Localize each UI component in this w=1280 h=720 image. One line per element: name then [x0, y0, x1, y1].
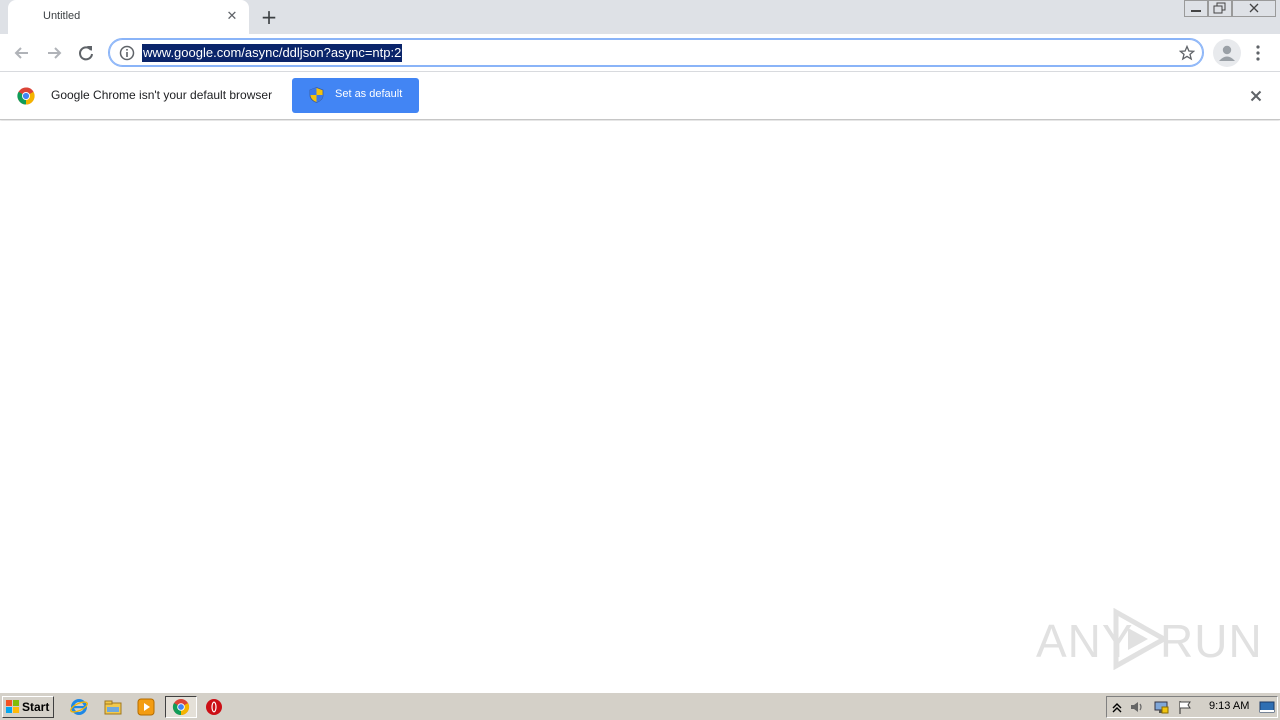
menu-button[interactable] — [1250, 43, 1266, 63]
chrome-icon — [172, 699, 190, 716]
close-icon — [1232, 0, 1276, 17]
chrome-logo-icon — [17, 87, 35, 105]
system-tray: 9:13 AM — [1106, 696, 1278, 718]
reload-icon — [79, 46, 93, 61]
reload-button[interactable] — [74, 41, 98, 65]
back-button[interactable] — [10, 41, 34, 65]
start-label: Start — [22, 700, 50, 714]
tab-untitled[interactable]: Untitled ✕ — [8, 0, 249, 34]
close-icon — [1250, 90, 1262, 102]
minimize-icon — [1184, 0, 1208, 17]
tab-close-button[interactable]: ✕ — [224, 9, 240, 25]
restore-icon — [1208, 0, 1232, 17]
new-tab-button[interactable]: + — [259, 7, 279, 27]
default-browser-infobar: Google Chrome isn't your default browser… — [0, 72, 1280, 120]
set-as-default-label: Set as default — [335, 88, 403, 100]
file-explorer-icon[interactable] — [104, 698, 122, 716]
kebab-menu-icon — [1256, 45, 1260, 61]
info-icon[interactable] — [119, 45, 135, 61]
set-as-default-button[interactable]: Set as default — [292, 78, 419, 113]
taskbar-chrome-button[interactable] — [165, 696, 197, 718]
infobar-close-button[interactable] — [1247, 87, 1265, 105]
omnibox[interactable]: www.google.com/async/ddljson?async=ntp:2 — [108, 38, 1204, 67]
action-center-flag-icon[interactable] — [1177, 699, 1193, 715]
minimize-button[interactable] — [1184, 0, 1208, 18]
person-icon — [1219, 45, 1235, 61]
show-hidden-icons-icon[interactable] — [1109, 699, 1125, 715]
windows-flag-icon — [6, 700, 19, 713]
uac-shield-icon — [309, 87, 324, 103]
close-window-button[interactable] — [1232, 0, 1276, 18]
tab-title: Untitled — [43, 10, 81, 22]
opera-icon[interactable] — [205, 698, 223, 716]
tab-strip: Untitled ✕ + — [0, 0, 1280, 34]
infobar-message: Google Chrome isn't your default browser — [51, 88, 273, 102]
volume-icon[interactable] — [1129, 699, 1145, 715]
url-text[interactable]: www.google.com/async/ddljson?async=ntp:2 — [142, 44, 403, 62]
browser-toolbar: www.google.com/async/ddljson?async=ntp:2 — [0, 34, 1280, 72]
restore-button[interactable] — [1208, 0, 1232, 18]
forward-button[interactable] — [42, 41, 66, 65]
taskbar-clock[interactable]: 9:13 AM — [1209, 700, 1249, 712]
profile-avatar[interactable] — [1213, 39, 1241, 67]
arrow-left-icon — [14, 47, 28, 59]
show-desktop-icon[interactable] — [1259, 699, 1275, 715]
arrow-right-icon — [48, 47, 62, 59]
anyrun-watermark: ANY RUN — [1036, 606, 1262, 672]
media-player-icon[interactable] — [137, 698, 155, 716]
start-button[interactable]: Start — [2, 696, 54, 718]
network-icon[interactable] — [1153, 699, 1169, 715]
bookmark-star-icon[interactable] — [1178, 44, 1196, 61]
watermark-right-text: RUN — [1160, 615, 1263, 667]
taskbar: Start 9:13 AM — [0, 692, 1280, 720]
internet-explorer-icon[interactable] — [70, 698, 88, 716]
